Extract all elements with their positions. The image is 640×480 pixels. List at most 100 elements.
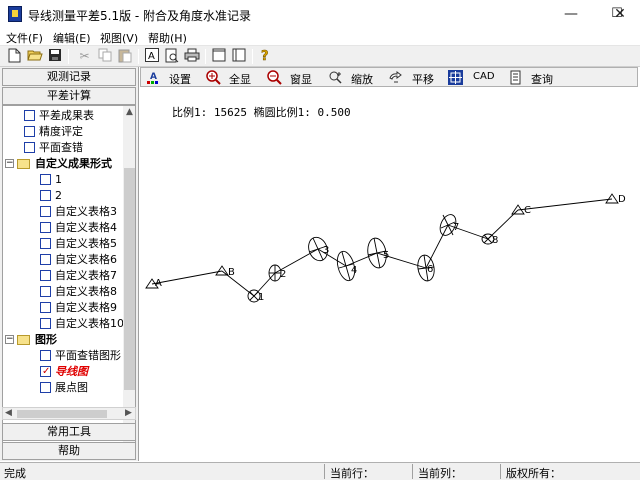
point-label-5: 5 <box>383 250 389 261</box>
tree-item-custom-5[interactable]: 自定义表格5 <box>3 236 121 252</box>
double-panel-icon[interactable] <box>230 48 247 64</box>
open-folder-icon[interactable] <box>26 48 43 64</box>
tree-item-custom-2[interactable]: 2 <box>3 188 121 204</box>
text-icon[interactable]: A <box>143 48 160 64</box>
pan-icon[interactable] <box>388 70 403 85</box>
zoom-window-icon[interactable] <box>267 70 282 85</box>
cad-icon[interactable] <box>448 70 463 85</box>
query-button[interactable]: 查询 <box>531 71 553 87</box>
tree-folder-custom-results[interactable]: − 自定义成果形式 <box>3 156 121 172</box>
tree-item-label-active: 导线图 <box>55 365 88 378</box>
menu-edit[interactable]: 编辑(E) <box>53 30 91 46</box>
tree-item-custom-9[interactable]: 自定义表格9 <box>3 300 121 316</box>
checkbox[interactable] <box>40 302 51 313</box>
cad-button[interactable]: CAD <box>473 71 495 82</box>
scroll-left-icon[interactable]: ◀ <box>5 408 12 418</box>
tree-item-custom-7[interactable]: 自定义表格7 <box>3 268 121 284</box>
tree-item-label: 自定义表格3 <box>55 205 117 218</box>
settings-button[interactable]: 设置 <box>169 71 191 87</box>
checkbox[interactable] <box>40 238 51 249</box>
traverse-diagram[interactable]: A B 1 2 3 4 5 6 7 8 C D <box>140 88 638 461</box>
tree-item-plane-check-graphic[interactable]: 平面查错图形 <box>3 348 121 364</box>
tree-item-custom-4[interactable]: 自定义表格4 <box>3 220 121 236</box>
observation-record-button[interactable]: 观测记录 <box>2 68 136 86</box>
graphic-toolbar: A 设置 全显 窗显 缩放 平移 CAD 查询 <box>140 67 638 87</box>
point-label-a: A <box>155 278 162 289</box>
minimize-button[interactable]: — <box>548 0 594 28</box>
tree-item-label: 平面查错图形 <box>55 349 121 362</box>
save-icon[interactable] <box>46 48 63 64</box>
checkbox[interactable] <box>40 350 51 361</box>
tree-item-traverse-graphic[interactable]: 导线图 <box>3 364 121 380</box>
point-label-4: 4 <box>351 265 357 276</box>
tree-item-custom-8[interactable]: 自定义表格8 <box>3 284 121 300</box>
scroll-thumb[interactable] <box>17 410 107 418</box>
copy-icon[interactable] <box>96 48 113 64</box>
tree-item-adjustment-table[interactable]: 平差成果表 <box>3 108 121 124</box>
tree-folder-label: 自定义成果形式 <box>35 157 112 170</box>
tree-item-custom-3[interactable]: 自定义表格3 <box>3 204 121 220</box>
checkbox[interactable] <box>40 382 51 393</box>
scroll-up-icon[interactable]: ▲ <box>126 107 133 117</box>
scroll-right-icon[interactable]: ▶ <box>125 408 132 418</box>
tree-item-label: 2 <box>55 189 62 202</box>
checkbox[interactable] <box>24 126 35 137</box>
zoom-icon[interactable] <box>328 70 343 85</box>
menu-view[interactable]: 视图(V) <box>100 30 138 46</box>
tree-item-label: 自定义表格8 <box>55 285 117 298</box>
print-icon[interactable] <box>183 48 200 64</box>
menu-help[interactable]: 帮助(H) <box>148 30 187 46</box>
tree-item-label: 平面查错 <box>39 141 83 154</box>
paste-icon[interactable] <box>116 48 133 64</box>
point-label-8: 8 <box>492 235 498 246</box>
new-file-icon[interactable] <box>6 48 23 64</box>
collapse-icon[interactable]: − <box>5 159 14 168</box>
checkbox[interactable] <box>40 318 51 329</box>
query-icon[interactable] <box>508 70 523 85</box>
checkbox[interactable] <box>40 254 51 265</box>
tree-item-precision[interactable]: 精度评定 <box>3 124 121 140</box>
checkbox[interactable] <box>24 142 35 153</box>
close-button[interactable]: ✕ <box>600 0 640 28</box>
tree-horizontal-scrollbar[interactable]: ◀ ▶ <box>2 407 136 420</box>
checkbox-checked[interactable] <box>40 364 51 380</box>
checkbox[interactable] <box>40 222 51 233</box>
folder-open-icon <box>17 159 30 169</box>
folder-open-icon <box>17 335 30 345</box>
left-navigation-panel: 观测记录 平差计算 平差成果表 精度评定 平面查错 − 自定义成果形式 1 2 <box>0 67 139 461</box>
current-column-label: 当前列： <box>418 467 462 480</box>
help-icon[interactable]: ? <box>256 48 273 65</box>
checkbox[interactable] <box>40 174 51 185</box>
print-preview-icon[interactable] <box>163 48 180 64</box>
scroll-thumb[interactable] <box>124 168 135 390</box>
zoom-button[interactable]: 缩放 <box>351 71 373 87</box>
cut-icon[interactable]: ✂ <box>76 48 93 64</box>
checkbox[interactable] <box>40 286 51 297</box>
common-tools-button[interactable]: 常用工具 <box>2 423 136 441</box>
tree-item-custom-1[interactable]: 1 <box>3 172 121 188</box>
tree-folder-graphics[interactable]: − 图形 <box>3 332 121 348</box>
checkbox[interactable] <box>40 270 51 281</box>
zoom-all-button[interactable]: 全显 <box>229 71 251 87</box>
adjustment-calc-button[interactable]: 平差计算 <box>2 87 136 105</box>
pan-button[interactable]: 平移 <box>412 71 434 87</box>
tree-item-custom-10[interactable]: 自定义表格10 <box>3 316 124 332</box>
status-text: 完成 <box>4 467 26 480</box>
collapse-icon[interactable]: − <box>5 335 14 344</box>
tree-item-plane-check[interactable]: 平面查错 <box>3 140 121 156</box>
single-panel-icon[interactable] <box>210 48 227 64</box>
help-button[interactable]: 帮助 <box>2 442 136 460</box>
tree-item-label: 1 <box>55 173 62 186</box>
point-label-c: C <box>524 205 531 216</box>
checkbox[interactable] <box>40 190 51 201</box>
tree-item-point-plot[interactable]: 展点图 <box>3 380 121 396</box>
settings-icon[interactable]: A <box>146 70 161 85</box>
copyright-label: 版权所有： <box>506 467 561 480</box>
checkbox[interactable] <box>24 110 35 121</box>
zoom-all-icon[interactable] <box>206 70 221 85</box>
tree-item-label: 自定义表格6 <box>55 253 117 266</box>
checkbox[interactable] <box>40 206 51 217</box>
zoom-window-button[interactable]: 窗显 <box>290 71 312 87</box>
tree-item-custom-6[interactable]: 自定义表格6 <box>3 252 121 268</box>
menu-file[interactable]: 文件(F) <box>6 30 43 46</box>
